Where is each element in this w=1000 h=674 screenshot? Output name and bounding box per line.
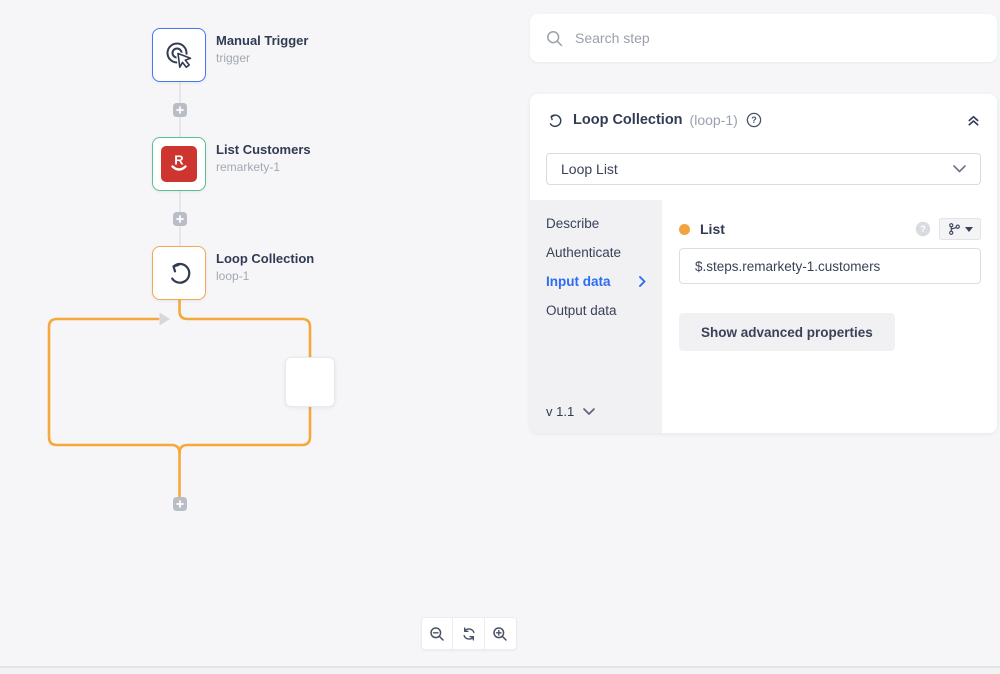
zoom-out-button[interactable] — [422, 618, 453, 649]
node-label-loop-collection: Loop Collection loop-1 — [216, 252, 314, 283]
chevron-down-icon — [583, 408, 595, 416]
panel-step-id: (loop-1) — [690, 112, 738, 128]
mapping-mode-dropdown[interactable] — [939, 218, 981, 240]
caret-down-icon — [965, 227, 973, 232]
node-label-manual-trigger: Manual Trigger trigger — [216, 34, 308, 65]
node-list-customers[interactable]: R — [152, 137, 206, 191]
node-subtitle: trigger — [216, 52, 308, 65]
plus-icon — [176, 215, 184, 223]
chevron-right-icon — [639, 276, 646, 287]
reset-view-icon — [461, 626, 477, 642]
operation-value: Loop List — [561, 161, 618, 177]
help-icon: ? — [746, 112, 762, 128]
show-advanced-properties-button[interactable]: Show advanced properties — [679, 313, 895, 351]
list-value-input[interactable] — [679, 248, 981, 284]
remarkety-logo-icon: R — [161, 146, 197, 182]
reset-view-button[interactable] — [453, 618, 484, 649]
loop-direction-arrow-icon — [160, 313, 171, 326]
node-label-list-customers: List Customers remarkety-1 — [216, 143, 311, 174]
manual-trigger-icon — [164, 40, 194, 70]
help-icon: ? — [915, 221, 931, 237]
field-row-list: List ? — [679, 218, 981, 240]
canvas-zoom-toolbar — [421, 617, 517, 650]
loop-drop-zone[interactable] — [285, 357, 335, 407]
search-icon — [546, 30, 563, 47]
zoom-in-icon — [492, 626, 508, 642]
tab-label: Describe — [546, 217, 599, 231]
tab-output-data[interactable]: Output data — [530, 296, 662, 325]
zoom-in-button[interactable] — [485, 618, 516, 649]
git-branch-icon — [948, 222, 961, 236]
tab-authenticate[interactable]: Authenticate — [530, 238, 662, 267]
search-input[interactable] — [575, 30, 981, 46]
node-title: Loop Collection — [216, 252, 314, 266]
node-title: Manual Trigger — [216, 34, 308, 48]
panel-help-button[interactable]: ? — [746, 112, 762, 128]
node-title: List Customers — [216, 143, 311, 157]
tab-label: Output data — [546, 304, 617, 318]
node-loop-collection[interactable] — [152, 246, 206, 300]
step-search-bar — [530, 14, 997, 62]
plus-icon — [176, 106, 184, 114]
double-chevron-up-icon — [966, 113, 981, 128]
panel-sidebar: Describe Authenticate Input data Output … — [530, 200, 662, 433]
loop-return-path — [49, 319, 180, 453]
svg-text:R: R — [174, 153, 184, 168]
loop-icon — [165, 259, 193, 287]
field-label: List — [700, 221, 725, 237]
add-step-button[interactable] — [173, 103, 187, 117]
required-field-dot — [679, 224, 690, 235]
bottom-strip — [0, 668, 1000, 674]
panel-title: Loop Collection — [573, 112, 683, 128]
add-step-button[interactable] — [173, 497, 187, 511]
workflow-builder: Manual Trigger trigger R List Customers … — [0, 0, 1000, 674]
input-data-content: List ? — [662, 200, 997, 433]
field-help-button[interactable]: ? — [915, 221, 931, 237]
tab-label: Authenticate — [546, 246, 621, 260]
node-subtitle: remarkety-1 — [216, 161, 311, 174]
svg-text:?: ? — [920, 224, 926, 235]
panel-body: Describe Authenticate Input data Output … — [530, 200, 997, 433]
version-label: v 1.1 — [546, 404, 574, 419]
tab-label: Input data — [546, 275, 611, 289]
loop-icon — [546, 112, 563, 129]
plus-icon — [176, 500, 184, 508]
zoom-out-icon — [429, 626, 445, 642]
chevron-down-icon — [953, 165, 966, 173]
operation-select[interactable]: Loop List — [546, 153, 981, 185]
collapse-panel-button[interactable] — [966, 113, 981, 128]
tab-describe[interactable]: Describe — [530, 209, 662, 238]
step-config-panel: Loop Collection (loop-1) ? Loop List — [530, 94, 997, 433]
version-selector[interactable]: v 1.1 — [546, 404, 595, 419]
svg-text:?: ? — [751, 115, 757, 125]
node-manual-trigger[interactable] — [152, 28, 206, 82]
panel-header: Loop Collection (loop-1) ? — [530, 94, 997, 131]
tab-input-data[interactable]: Input data — [530, 267, 662, 296]
node-subtitle: loop-1 — [216, 270, 314, 283]
add-step-button[interactable] — [173, 212, 187, 226]
